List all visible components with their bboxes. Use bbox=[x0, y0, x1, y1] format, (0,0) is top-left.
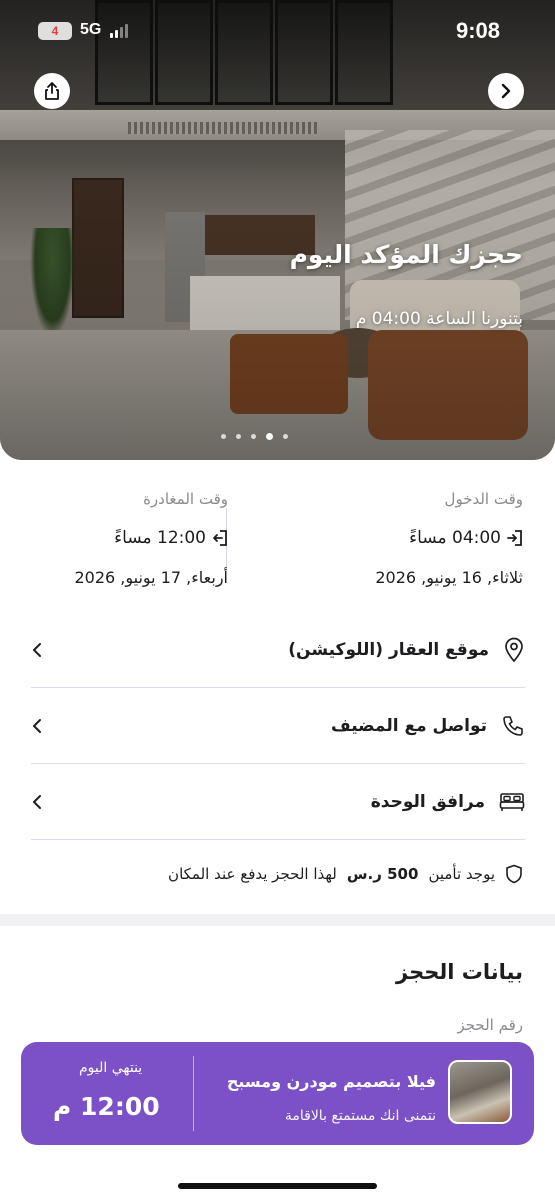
booking-section-title: بيانات الحجز bbox=[396, 960, 523, 984]
deposit-amount: 500 ر.س bbox=[346, 865, 419, 883]
check-out-block: وقت المغادرة 12:00 مساءً أربعاء, 17 يوني… bbox=[38, 490, 228, 587]
card-divider bbox=[193, 1056, 194, 1131]
carousel-dot[interactable] bbox=[221, 434, 226, 439]
deposit-note: يوجد تأمين 500 ر.س لهذا الحجز يدفع عند ا… bbox=[168, 864, 523, 884]
next-button[interactable] bbox=[488, 73, 524, 109]
section-separator bbox=[0, 914, 555, 926]
ends-label: ينتهي اليوم bbox=[79, 1060, 143, 1076]
check-in-block: وقت الدخول 04:00 مساءً ثلاثاء, 16 يونيو,… bbox=[253, 490, 523, 587]
status-bar: 4 5G 9:08 bbox=[0, 0, 555, 62]
bed-icon bbox=[499, 792, 525, 811]
booking-card[interactable]: فيلا بتصميم مودرن ومسبح نتمنى انك مستمتع… bbox=[21, 1042, 534, 1145]
deposit-prefix: يوجد تأمين bbox=[428, 865, 495, 883]
chevron-left-icon bbox=[33, 794, 41, 809]
booking-number-label: رقم الحجز bbox=[457, 1016, 523, 1034]
hero-title: حجزك المؤكد اليوم bbox=[289, 240, 523, 269]
check-in-date: ثلاثاء, 16 يونيو, 2026 bbox=[375, 568, 523, 587]
property-hero-image[interactable]: 4 5G 9:08 حجزك المؤكد اليوم بتنورنا السا… bbox=[0, 0, 555, 460]
unit-name: فيلا بتصميم مودرن ومسبح bbox=[226, 1072, 436, 1091]
phone-icon bbox=[503, 715, 523, 736]
hero-subtitle: بتنورنا الساعة 04:00 م bbox=[355, 309, 523, 329]
battery-icon: 4 bbox=[38, 22, 72, 40]
unit-amenities-label: مرافق الوحدة bbox=[370, 791, 485, 812]
carousel-dots[interactable] bbox=[221, 433, 288, 440]
share-icon bbox=[45, 82, 59, 100]
end-time: 12:00 م bbox=[53, 1092, 160, 1121]
home-indicator[interactable] bbox=[178, 1183, 377, 1189]
carousel-dot[interactable] bbox=[251, 434, 256, 439]
shield-icon bbox=[506, 864, 522, 884]
check-out-time: 12:00 مساءً bbox=[114, 528, 206, 548]
signal-icon bbox=[110, 24, 128, 38]
door-exit-icon bbox=[213, 530, 227, 546]
hero-shade bbox=[0, 0, 555, 460]
carousel-dot[interactable] bbox=[266, 433, 273, 440]
check-out-time-row: 12:00 مساءً bbox=[38, 528, 228, 548]
check-in-time: 04:00 مساءً bbox=[409, 528, 501, 548]
deposit-suffix: لهذا الحجز يدفع عند المكان bbox=[168, 865, 337, 883]
door-enter-icon bbox=[507, 530, 522, 546]
check-out-date: أربعاء, 17 يونيو, 2026 bbox=[74, 568, 228, 587]
carousel-dot[interactable] bbox=[283, 434, 288, 439]
contact-host-row[interactable]: تواصل مع المضيف bbox=[31, 688, 525, 764]
check-in-time-row: 04:00 مساءً bbox=[253, 528, 523, 548]
status-time: 9:08 bbox=[455, 18, 500, 43]
network-label: 5G bbox=[80, 21, 102, 38]
carousel-dot[interactable] bbox=[236, 434, 241, 439]
unit-amenities-row[interactable]: مرافق الوحدة bbox=[31, 764, 525, 840]
share-button[interactable] bbox=[34, 73, 70, 109]
check-out-label: وقت المغادرة bbox=[143, 490, 228, 508]
property-location-row[interactable]: موقع العقار (اللوكيشن) bbox=[31, 612, 525, 688]
chevron-left-icon bbox=[33, 642, 41, 657]
unit-thumbnail bbox=[448, 1060, 512, 1124]
chevron-right-icon bbox=[501, 83, 511, 99]
chevron-left-icon bbox=[33, 718, 41, 733]
location-pin-icon bbox=[505, 637, 523, 662]
property-location-label: موقع العقار (اللوكيشن) bbox=[288, 639, 489, 660]
contact-host-label: تواصل مع المضيف bbox=[331, 715, 487, 736]
stay-wish: نتمنى انك مستمتع بالاقامة bbox=[284, 1108, 436, 1124]
check-in-label: وقت الدخول bbox=[444, 490, 523, 508]
